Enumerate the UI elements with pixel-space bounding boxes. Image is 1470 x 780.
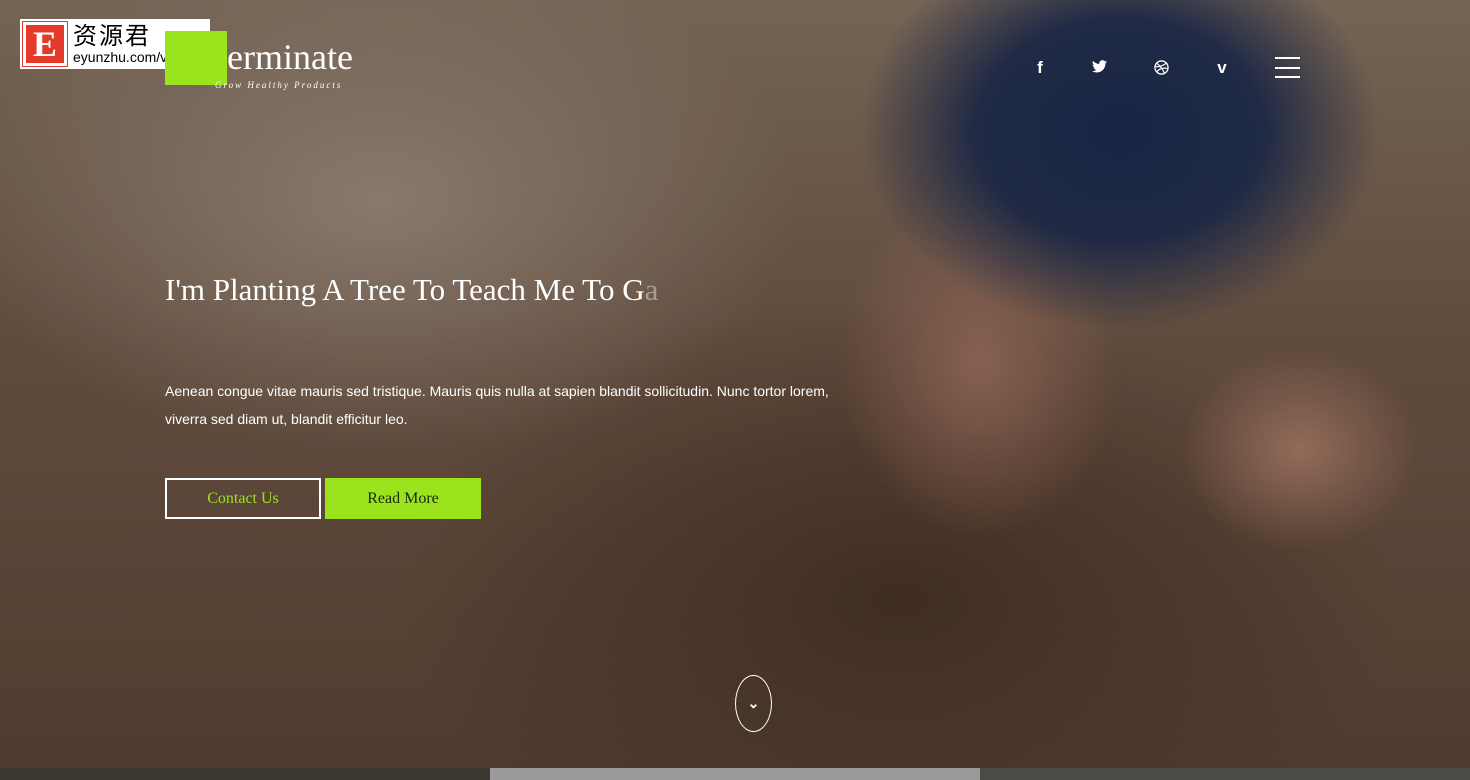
vimeo-icon[interactable]: v — [1212, 58, 1232, 78]
hamburger-menu-button[interactable] — [1275, 57, 1300, 78]
heading-typing-text: a — [644, 272, 659, 307]
contact-us-button[interactable]: Contact Us — [165, 478, 321, 519]
watermark-e: E — [22, 21, 68, 67]
chevron-down-icon: ⌄ — [747, 695, 760, 711]
logo-mark[interactable] — [165, 31, 227, 85]
read-more-button[interactable]: Read More — [325, 478, 481, 519]
scroll-down-button[interactable]: ⌄ — [735, 675, 772, 732]
hero-heading: I'm Planting A Tree To Teach Me To Ga — [165, 272, 658, 308]
twitter-icon[interactable] — [1089, 60, 1109, 76]
hero-description: Aenean congue vitae mauris sed tristique… — [165, 383, 829, 427]
logo-tagline: Grow Healthy Products — [215, 80, 343, 90]
dribbble-icon[interactable] — [1151, 60, 1171, 80]
heading-text: I'm Planting A Tree To Teach Me To G — [165, 272, 645, 307]
facebook-icon[interactable]: f — [1030, 58, 1050, 78]
logo-text[interactable]: erminate — [227, 36, 353, 78]
